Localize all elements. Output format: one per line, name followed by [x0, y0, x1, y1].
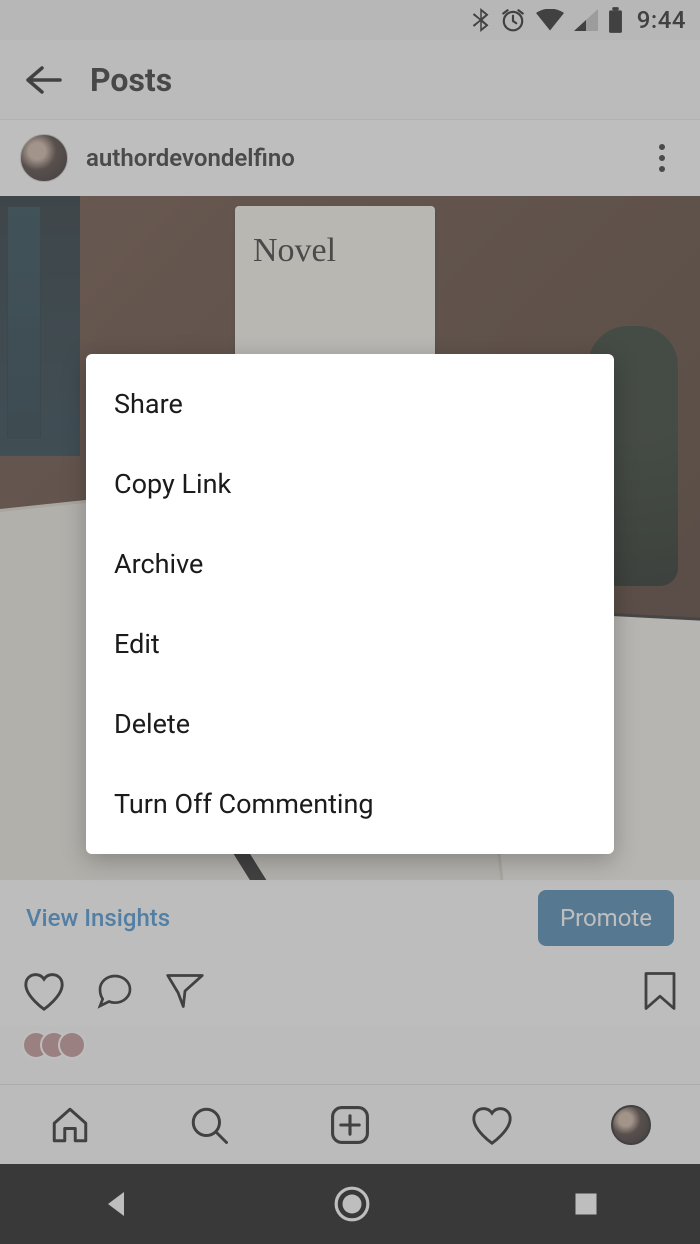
post-context-menu: Share Copy Link Archive Edit Delete Turn… [86, 354, 614, 854]
menu-item-copy-link[interactable]: Copy Link [86, 444, 614, 524]
menu-item-delete[interactable]: Delete [86, 684, 614, 764]
menu-item-turn-off-commenting[interactable]: Turn Off Commenting [86, 764, 614, 844]
app-screen: 9:44 Posts authordevondelfino Novel View… [0, 0, 700, 1244]
menu-item-edit[interactable]: Edit [86, 604, 614, 684]
menu-item-share[interactable]: Share [86, 364, 614, 444]
menu-item-archive[interactable]: Archive [86, 524, 614, 604]
